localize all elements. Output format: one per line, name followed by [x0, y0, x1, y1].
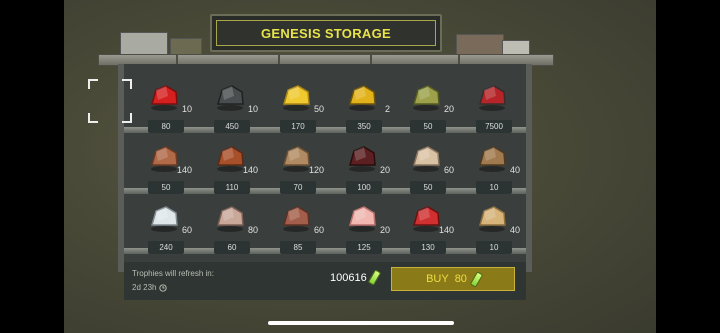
item-price: 50: [410, 181, 446, 194]
refresh-label: Trophies will refresh in:: [132, 269, 214, 278]
item-slot[interactable]: 140 50: [132, 137, 198, 203]
buy-button[interactable]: BUY 80: [391, 267, 515, 291]
game-scene: GENESIS STORAGE 10 80 10 450 50 170 2 350 20 50 75…: [64, 0, 656, 333]
item-quantity: 20: [379, 165, 390, 175]
log-icon: [474, 143, 510, 173]
red-gas-can-icon: [146, 82, 182, 112]
item-slot[interactable]: 140 110: [198, 137, 264, 203]
item-slot[interactable]: 20 50: [394, 76, 460, 142]
red-backpack-icon: [474, 82, 510, 112]
item-slot[interactable]: 60 50: [394, 137, 460, 203]
item-quantity: 140: [242, 165, 258, 175]
item-quantity: 60: [181, 225, 192, 235]
item-slot[interactable]: 60 240: [132, 197, 198, 263]
item-price: 50: [410, 120, 446, 133]
item-price: 10: [476, 241, 512, 254]
item-price: 130: [410, 241, 446, 254]
item-quantity: 50: [313, 104, 324, 114]
dark-ore-pile-icon: [344, 143, 380, 173]
currency-balance: 100616: [330, 269, 381, 286]
sand-pile-icon: [474, 203, 510, 233]
yellow-fabric-icon: [278, 82, 314, 112]
item-slot[interactable]: 80 60: [198, 197, 264, 263]
jerrycan-icon: [408, 82, 444, 112]
item-price: 100: [346, 181, 382, 194]
item-slot[interactable]: 7500: [460, 76, 526, 142]
item-slot[interactable]: 60 85: [264, 197, 330, 263]
pink-crystals-icon: [344, 203, 380, 233]
buy-label: BUY: [426, 273, 449, 285]
refresh-timer: 2d 23h: [132, 283, 168, 292]
item-slot[interactable]: 20 125: [330, 197, 396, 263]
metal-sheet-icon: [212, 82, 248, 112]
title-banner: GENESIS STORAGE: [210, 14, 442, 52]
item-slot[interactable]: 50 170: [264, 76, 330, 142]
roof-divider: [278, 54, 280, 64]
vial-icon: [367, 269, 381, 286]
hide-icon: [278, 203, 314, 233]
balance-value: 100616: [330, 271, 367, 284]
vial-icon: [469, 270, 484, 288]
item-slot[interactable]: 2 350: [330, 76, 396, 142]
item-price: 50: [148, 181, 184, 194]
footer-bar: Trophies will refresh in: 2d 23h 100616 …: [124, 262, 526, 300]
item-price: 350: [346, 120, 382, 133]
item-slot[interactable]: 120 70: [264, 137, 330, 203]
item-price: 80: [148, 120, 184, 133]
item-quantity: 40: [509, 225, 520, 235]
item-slot[interactable]: 10 80: [132, 76, 198, 142]
item-quantity: 140: [438, 225, 454, 235]
cloth-icon: [408, 143, 444, 173]
left-crate-stack: [120, 32, 168, 56]
item-slot[interactable]: 10 450: [198, 76, 264, 142]
item-slot[interactable]: 140 130: [394, 197, 460, 263]
item-price: 170: [280, 120, 316, 133]
item-quantity: 120: [308, 165, 324, 175]
item-price: 240: [148, 241, 184, 254]
white-crystals-icon: [146, 203, 182, 233]
item-quantity: 2: [384, 104, 390, 114]
item-quantity: 60: [443, 165, 454, 175]
page-title: GENESIS STORAGE: [261, 25, 391, 41]
clock-icon: [159, 283, 168, 292]
item-price: 60: [214, 241, 250, 254]
quartz-icon: [212, 203, 248, 233]
item-price: 450: [214, 120, 250, 133]
right-crate-stack: [456, 34, 504, 56]
item-price: 125: [346, 241, 382, 254]
item-price: 110: [214, 181, 250, 194]
item-price: 10: [476, 181, 512, 194]
buy-price: 80: [454, 273, 467, 285]
item-slot[interactable]: 40 10: [460, 197, 526, 263]
item-quantity: 40: [509, 165, 520, 175]
item-price: 7500: [476, 120, 512, 133]
item-quantity: 60: [313, 225, 324, 235]
item-quantity: 140: [176, 165, 192, 175]
item-quantity: 20: [379, 225, 390, 235]
roof-divider: [370, 54, 372, 64]
oil-filter-icon: [344, 82, 380, 112]
roof-divider: [458, 54, 460, 64]
item-quantity: 10: [181, 104, 192, 114]
home-indicator[interactable]: [268, 321, 454, 325]
roof-divider: [176, 54, 178, 64]
item-quantity: 20: [443, 104, 454, 114]
selection-frame: [88, 79, 132, 123]
item-price: 70: [280, 181, 316, 194]
refresh-time: 2d 23h: [132, 283, 157, 292]
item-slot[interactable]: 20 100: [330, 137, 396, 203]
item-quantity: 80: [247, 225, 258, 235]
item-quantity: 10: [247, 104, 258, 114]
item-price: 85: [280, 241, 316, 254]
item-slot[interactable]: 40 10: [460, 137, 526, 203]
